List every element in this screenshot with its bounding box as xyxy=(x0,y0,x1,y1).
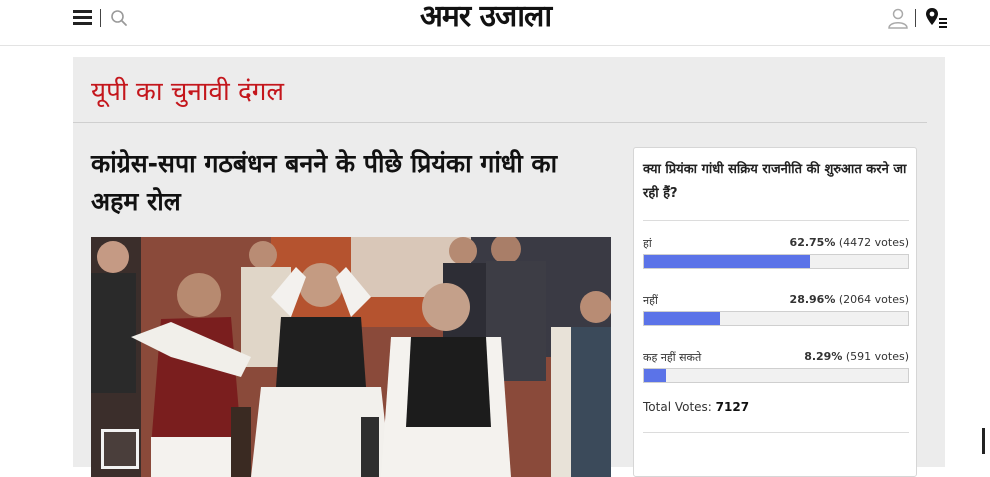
poll-option-votes: (4472 votes) xyxy=(838,236,909,249)
header-divider xyxy=(100,9,101,27)
poll-option-label: कह नहीं सकते xyxy=(643,351,702,364)
site-logo[interactable]: अमर उजाला xyxy=(420,0,552,34)
poll-option-percent: 28.96% xyxy=(789,293,836,306)
scrollbar-edge[interactable] xyxy=(982,428,985,454)
poll-option-votes: (591 votes) xyxy=(845,350,909,363)
poll-option[interactable]: हां 62.75% (4472 votes) xyxy=(643,236,909,276)
top-header: अमर उजाला xyxy=(0,0,990,46)
location-pin-icon[interactable] xyxy=(924,6,948,30)
poll-option-stats: 28.96% (2064 votes) xyxy=(790,293,909,306)
poll-question: क्या प्रियंका गांधी सक्रिय राजनीति की शु… xyxy=(643,162,907,201)
poll-option-percent: 62.75% xyxy=(789,236,836,249)
header-divider-right xyxy=(915,9,916,27)
section-title[interactable]: यूपी का चुनावी दंगल xyxy=(91,75,284,109)
poll-option-bar[interactable] xyxy=(643,311,909,326)
poll-option-bar-fill xyxy=(644,312,721,325)
poll-widget: क्या प्रियंका गांधी सक्रिय राजनीति की शु… xyxy=(633,147,917,477)
section-divider xyxy=(73,122,927,123)
hamburger-menu-icon[interactable] xyxy=(73,10,92,26)
poll-divider xyxy=(643,220,909,221)
poll-option-stats: 8.29% (591 votes) xyxy=(804,350,909,363)
poll-total-value: 7127 xyxy=(715,400,750,414)
content-panel: यूपी का चुनावी दंगल कांग्रेस-सपा गठबंधन … xyxy=(73,57,945,477)
poll-total-votes: Total Votes: 7127 xyxy=(643,400,749,414)
poll-option-label: नहीं xyxy=(643,294,658,307)
article-headline[interactable]: कांग्रेस-सपा गठबंधन बनने के पीछे प्रियंक… xyxy=(91,145,611,221)
poll-option-bar-fill xyxy=(644,255,810,268)
poll-option[interactable]: नहीं 28.96% (2064 votes) xyxy=(643,293,909,333)
user-icon[interactable] xyxy=(887,7,909,29)
poll-option-bar-fill xyxy=(644,369,666,382)
article-photo[interactable] xyxy=(91,237,611,477)
poll-option-bar[interactable] xyxy=(643,368,909,383)
gallery-icon[interactable] xyxy=(101,429,139,469)
poll-option-percent: 8.29% xyxy=(804,350,843,363)
poll-option-bar[interactable] xyxy=(643,254,909,269)
search-icon[interactable] xyxy=(110,9,128,27)
poll-option-stats: 62.75% (4472 votes) xyxy=(790,236,909,249)
poll-option-label: हां xyxy=(643,237,652,250)
poll-option-votes: (2064 votes) xyxy=(838,293,909,306)
poll-divider-bottom xyxy=(643,432,909,433)
poll-total-label: Total Votes: xyxy=(643,400,712,414)
poll-option[interactable]: कह नहीं सकते 8.29% (591 votes) xyxy=(643,350,909,390)
